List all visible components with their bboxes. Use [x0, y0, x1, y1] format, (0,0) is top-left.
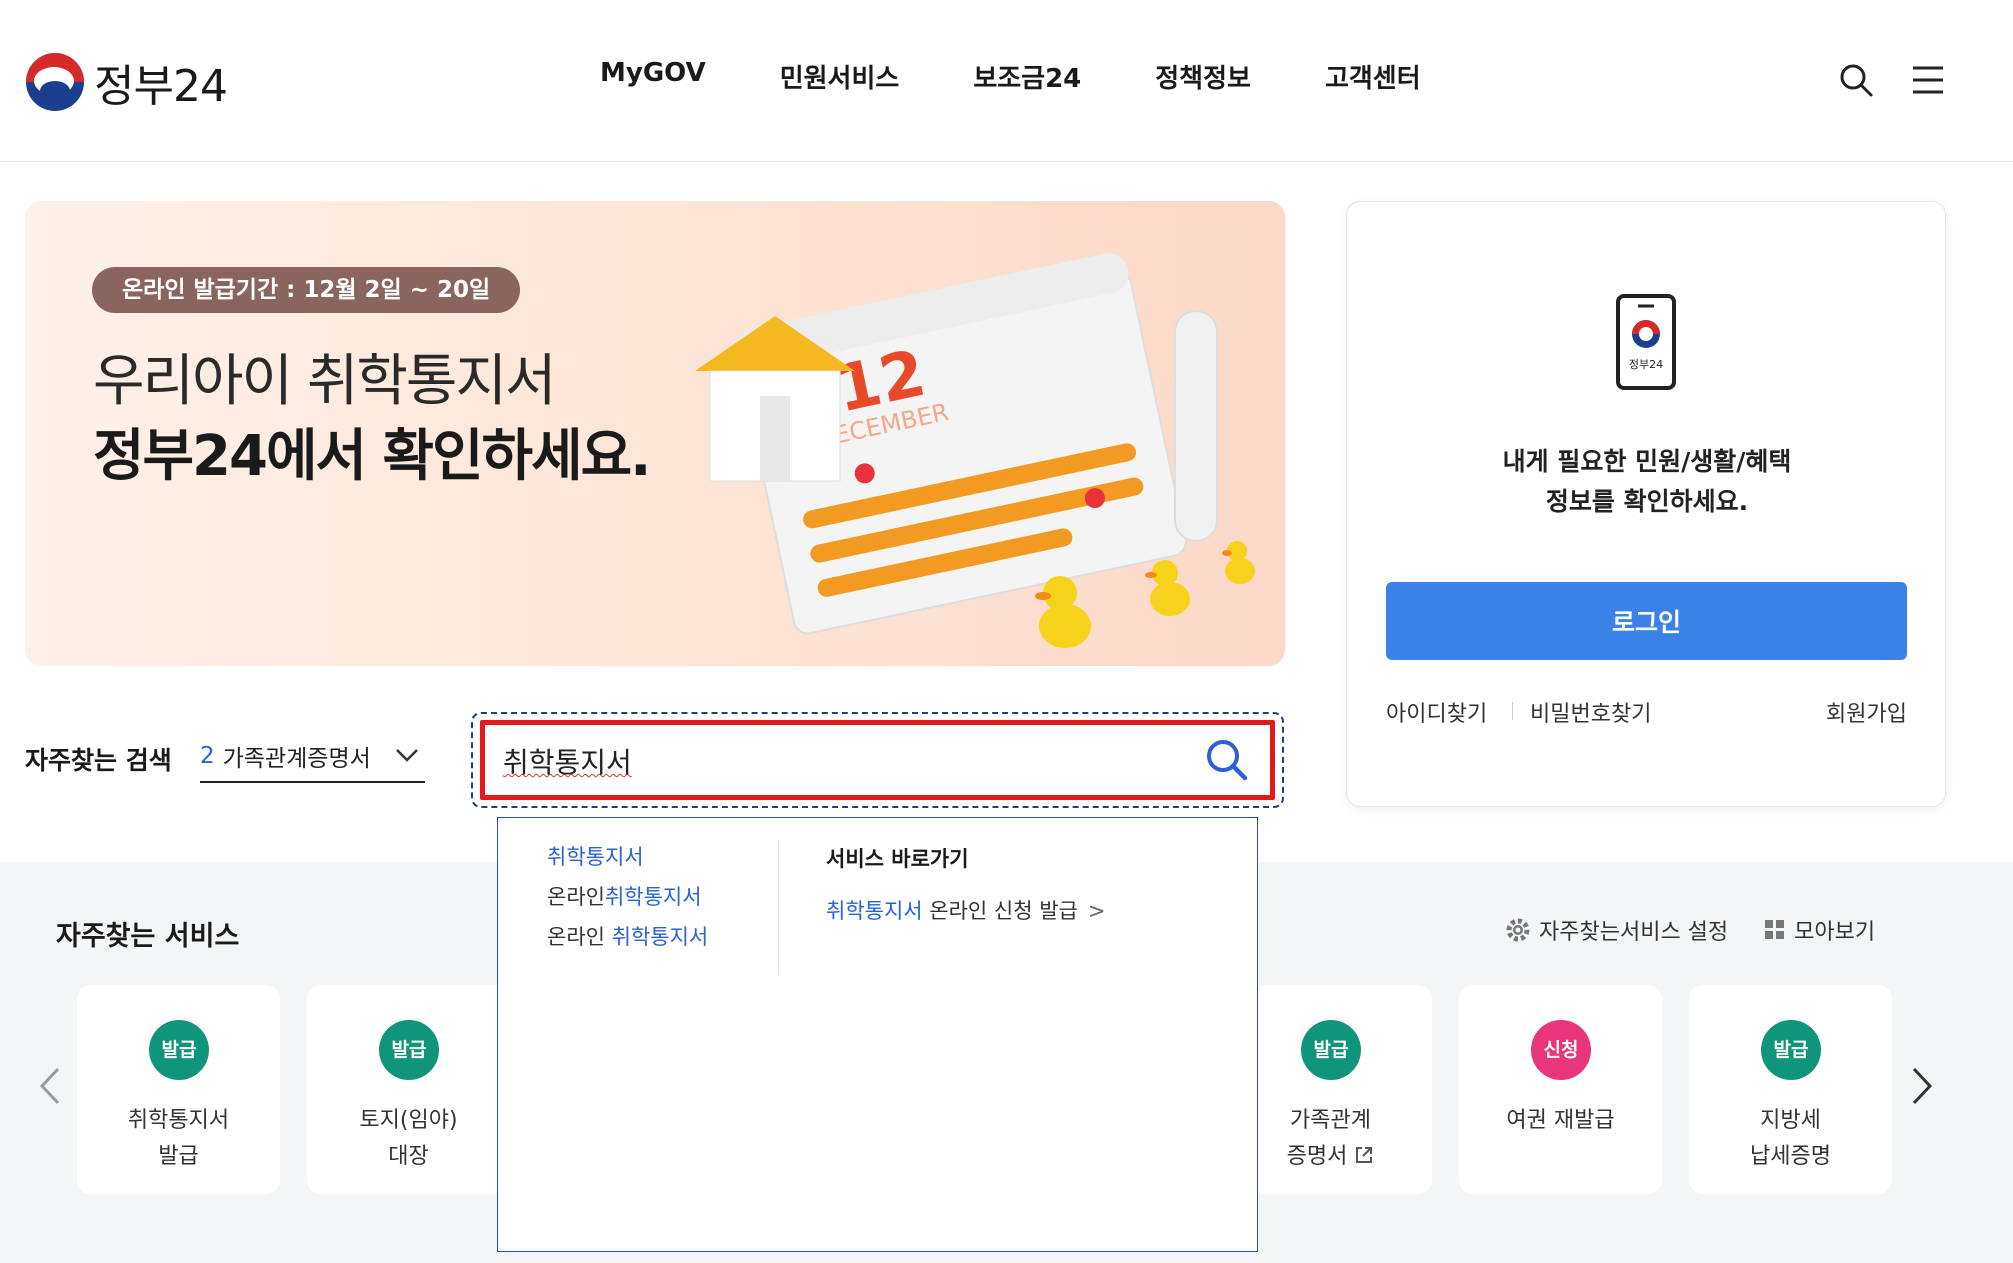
site-logo[interactable]: 정부24 — [26, 50, 228, 114]
suggestion-list: 취학통지서 온라인취학통지서 온라인 취학통지서 — [547, 843, 708, 963]
promo-banner[interactable]: 온라인 발급기간 : 12월 2일 ~ 20일 우리아이 취학통지서 정부24에… — [25, 201, 1285, 666]
external-link-icon — [1356, 1147, 1373, 1163]
sign-up-link[interactable]: 회원가입 — [1826, 696, 1907, 728]
service-badge: 발급 — [1301, 1020, 1361, 1080]
service-name: 토지(임야) 대장 — [359, 1108, 458, 1169]
calendar-illustration: 12 DECEMBER — [695, 253, 1255, 648]
shortcut-link[interactable]: 취학통지서 온라인 신청 발급 > — [826, 895, 1105, 925]
site-header: 정부24 MyGOV 민원서비스 보조금24 정책정보 고객센터 — [0, 0, 2013, 162]
login-message: 내게 필요한 민원/생활/혜택 정보를 확인하세요. — [1502, 447, 1792, 516]
banner-headline-1: 우리아이 취학통지서 — [93, 349, 556, 414]
carousel-prev-icon[interactable] — [38, 1066, 62, 1106]
grid-icon — [1765, 920, 1785, 939]
login-card: 정부24 내게 필요한 민원/생활/혜택 정보를 확인하세요. 로그인 아이디찾… — [1346, 201, 1946, 807]
dropdown-divider — [778, 840, 779, 975]
service-card[interactable]: 발급 취학통지서 발급 — [77, 985, 280, 1194]
mobile-id-icon: 정부24 — [1616, 294, 1676, 390]
hamburger-menu-icon[interactable] — [1910, 62, 1946, 98]
services-title: 자주찾는 서비스 — [56, 921, 240, 952]
service-card[interactable]: 발급 지방세 납세증명 — [1689, 985, 1892, 1194]
suggestion-item[interactable]: 온라인취학통지서 — [547, 883, 708, 911]
service-name: 여권 재발급 — [1506, 1108, 1615, 1133]
service-card[interactable]: 신청 여권 재발급 — [1459, 985, 1662, 1194]
service-badge: 신청 — [1531, 1020, 1591, 1080]
search-box — [480, 720, 1275, 800]
service-badge: 발급 — [379, 1020, 439, 1080]
frequent-search-select[interactable]: 2 가족관계증명서 — [200, 731, 425, 783]
service-badge: 발급 — [1761, 1020, 1821, 1080]
search-icon[interactable] — [1838, 62, 1874, 98]
nav-subsidy24[interactable]: 보조금24 — [973, 58, 1081, 95]
gear-icon — [1506, 918, 1530, 942]
service-shortcut-panel: 서비스 바로가기 취학통지서 온라인 신청 발급 > — [826, 843, 1105, 925]
nav-customer-center[interactable]: 고객센터 — [1325, 58, 1421, 95]
login-button[interactable]: 로그인 — [1386, 582, 1907, 660]
banner-headline-2: 정부24에서 확인하세요. — [93, 424, 651, 489]
chevron-right-icon: > — [1087, 899, 1106, 923]
service-name: 지방세 납세증명 — [1750, 1108, 1831, 1169]
services-options: 자주찾는서비스 설정 모아보기 — [1505, 914, 1911, 946]
carousel-next-icon[interactable] — [1910, 1066, 1934, 1106]
nav-mygov[interactable]: MyGOV — [600, 58, 706, 95]
search-input[interactable] — [503, 739, 1183, 783]
service-name: 가족관계 증명서 — [1229, 1103, 1432, 1175]
phone-label: 정부24 — [1629, 358, 1663, 371]
find-password-link[interactable]: 비밀번호찾기 — [1530, 696, 1651, 728]
suggestion-item[interactable]: 취학통지서 — [547, 843, 708, 871]
service-name: 취학통지서 발급 — [127, 1108, 230, 1169]
service-card[interactable]: 발급 가족관계 증명서 — [1229, 985, 1432, 1194]
issue-period-badge: 온라인 발급기간 : 12월 2일 ~ 20일 — [92, 267, 521, 313]
search-autocomplete-dropdown: 취학통지서 온라인취학통지서 온라인 취학통지서 서비스 바로가기 취학통지서 … — [497, 817, 1258, 1252]
link-separator — [1512, 702, 1513, 720]
nav-civil-service[interactable]: 민원서비스 — [780, 58, 900, 95]
chevron-down-icon — [396, 749, 418, 762]
taegeuk-logo-icon — [26, 53, 84, 111]
find-id-link[interactable]: 아이디찾기 — [1386, 696, 1487, 728]
shortcut-title: 서비스 바로가기 — [826, 847, 969, 871]
search-submit-icon[interactable] — [1204, 737, 1250, 783]
frequent-search-label: 자주찾는 검색 — [25, 746, 172, 775]
main-nav: MyGOV 민원서비스 보조금24 정책정보 고객센터 — [600, 58, 1495, 95]
logo-text: 정부24 — [94, 61, 228, 112]
suggestion-item[interactable]: 온라인 취학통지서 — [547, 923, 708, 951]
services-settings-button[interactable]: 자주찾는서비스 설정 — [1505, 914, 1728, 946]
service-badge: 발급 — [149, 1020, 209, 1080]
nav-policy-info[interactable]: 정책정보 — [1155, 58, 1251, 95]
view-all-button[interactable]: 모아보기 — [1764, 914, 1875, 946]
service-card[interactable]: 발급 토지(임야) 대장 — [307, 985, 510, 1194]
frequent-search-rank: 2 — [200, 743, 215, 769]
frequent-search-value: 가족관계증명서 — [222, 746, 371, 772]
